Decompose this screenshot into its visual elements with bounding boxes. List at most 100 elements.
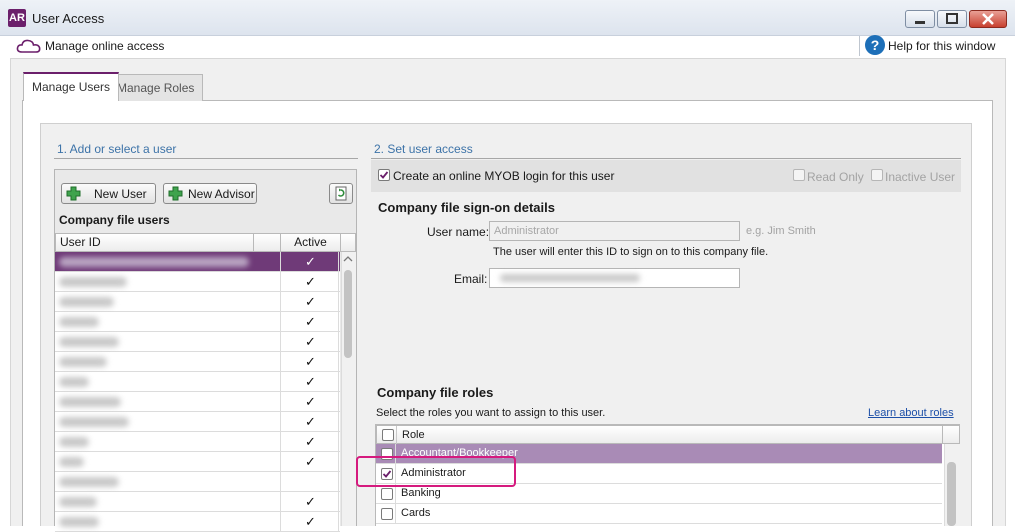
minimize-icon: [915, 21, 925, 24]
tab-manage-roles[interactable]: Manage Roles: [108, 74, 204, 101]
table-row[interactable]: ✓: [55, 372, 340, 392]
cell-divider: [280, 512, 281, 532]
cell-divider: [338, 512, 339, 532]
active-checkmark-icon[interactable]: ✓: [305, 274, 316, 290]
table-row[interactable]: ✓: [55, 452, 340, 472]
username-example: e.g. Jim Smith: [746, 225, 816, 237]
cell-divider: [280, 432, 281, 452]
role-row[interactable]: Cards: [376, 504, 942, 524]
maximize-icon: [946, 13, 958, 24]
learn-about-roles-link[interactable]: Learn about roles: [868, 407, 954, 419]
cell-divider: [338, 352, 339, 372]
email-input[interactable]: [489, 268, 740, 288]
active-checkmark-icon[interactable]: ✓: [305, 394, 316, 410]
user-id-redacted: [59, 477, 119, 487]
signon-details-title: Company file sign-on details: [378, 200, 555, 215]
cell-divider: [338, 372, 339, 392]
table-row[interactable]: ✓: [55, 272, 340, 292]
users-scrollbar-thumb[interactable]: [344, 270, 352, 358]
add-select-user-heading: 1. Add or select a user: [57, 142, 177, 156]
cell-divider: [338, 272, 339, 292]
new-user-button[interactable]: New User: [61, 183, 156, 204]
roles-header: Role: [376, 425, 943, 444]
close-button[interactable]: [969, 10, 1007, 28]
user-id-redacted: [59, 457, 84, 467]
role-row[interactable]: Banking: [376, 484, 942, 504]
inactive-user-checkbox[interactable]: [871, 169, 883, 181]
column-header-active[interactable]: Active: [280, 233, 341, 252]
username-input[interactable]: Administrator: [489, 221, 740, 241]
roles-scrollbar-thumb[interactable]: [947, 462, 956, 526]
table-row[interactable]: ✓: [55, 332, 340, 352]
column-header-role[interactable]: Role: [402, 427, 425, 444]
active-checkmark-icon[interactable]: ✓: [305, 254, 316, 270]
checkmark-icon: [379, 171, 389, 179]
table-row[interactable]: ✓: [55, 292, 340, 312]
active-checkmark-icon[interactable]: ✓: [305, 294, 316, 310]
tab-manage-users[interactable]: Manage Users: [23, 72, 120, 101]
table-row[interactable]: ✓: [55, 252, 340, 272]
username-hint: The user will enter this ID to sign on t…: [493, 246, 769, 258]
help-button[interactable]: Help for this window: [888, 39, 995, 53]
user-id-redacted: [59, 377, 89, 387]
help-icon[interactable]: ?: [865, 35, 885, 55]
cell-divider: [338, 412, 339, 432]
table-row[interactable]: ✓: [55, 412, 340, 432]
section-divider: [54, 158, 358, 159]
table-row[interactable]: ✓: [55, 492, 340, 512]
active-checkmark-icon[interactable]: ✓: [305, 334, 316, 350]
app-logo: AR: [8, 9, 26, 27]
active-checkmark-icon[interactable]: ✓: [305, 434, 316, 450]
cell-divider: [280, 372, 281, 392]
column-header-user-id[interactable]: User ID: [55, 233, 254, 252]
cell-divider: [338, 332, 339, 352]
role-checkbox[interactable]: [381, 508, 393, 520]
user-id-redacted: [59, 357, 107, 367]
refresh-button[interactable]: [329, 183, 353, 204]
cell-divider: [338, 392, 339, 412]
cell-divider: [395, 484, 396, 504]
company-file-roles-title: Company file roles: [377, 385, 494, 400]
cell-divider: [338, 432, 339, 452]
table-row[interactable]: ✓: [55, 312, 340, 332]
window-title: User Access: [32, 11, 105, 26]
active-checkmark-icon[interactable]: ✓: [305, 354, 316, 370]
scroll-up-icon[interactable]: [343, 255, 353, 263]
user-id-redacted: [59, 257, 249, 267]
email-label: Email:: [454, 272, 488, 286]
role-checkbox[interactable]: [381, 488, 393, 500]
manage-online-access-link[interactable]: Manage online access: [45, 39, 164, 53]
read-only-label: Read Only: [807, 170, 864, 184]
column-header-blank: [253, 233, 281, 252]
active-checkmark-icon[interactable]: ✓: [305, 374, 316, 390]
cell-divider: [280, 252, 281, 272]
read-only-checkbox[interactable]: [793, 169, 805, 181]
section-divider: [371, 158, 961, 159]
plus-icon: [66, 186, 81, 201]
table-row[interactable]: ✓: [55, 432, 340, 452]
active-checkmark-icon[interactable]: ✓: [305, 414, 316, 430]
title-bar: [0, 0, 1015, 36]
cell-divider: [338, 492, 339, 512]
select-all-roles-checkbox[interactable]: [382, 429, 394, 441]
minimize-button[interactable]: [905, 10, 935, 28]
create-login-checkbox[interactable]: [378, 169, 390, 181]
active-checkmark-icon[interactable]: ✓: [305, 454, 316, 470]
active-checkmark-icon[interactable]: ✓: [305, 314, 316, 330]
roles-header-corner: [942, 425, 960, 444]
role-label: Cards: [401, 507, 431, 519]
table-row[interactable]: ✓: [55, 392, 340, 412]
maximize-button[interactable]: [937, 10, 967, 28]
roles-hint: Select the roles you want to assign to t…: [376, 407, 606, 419]
cell-divider: [280, 312, 281, 332]
active-checkmark-icon[interactable]: ✓: [305, 494, 316, 510]
new-advisor-button[interactable]: New Advisor: [163, 183, 257, 204]
table-row[interactable]: [55, 472, 340, 492]
inactive-user-label: Inactive User: [885, 170, 956, 184]
cell-divider: [280, 412, 281, 432]
user-id-redacted: [59, 297, 114, 307]
table-row[interactable]: ✓: [55, 352, 340, 372]
table-row[interactable]: ✓: [55, 512, 340, 532]
active-checkmark-icon[interactable]: ✓: [305, 514, 316, 530]
column-header-corner: [340, 233, 356, 252]
